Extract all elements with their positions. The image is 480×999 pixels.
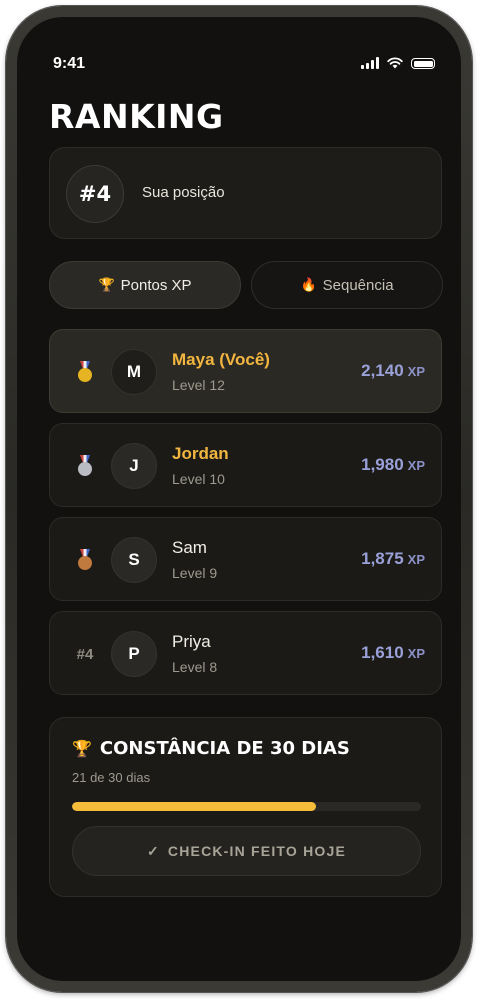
player-name: Jordan — [172, 444, 229, 463]
player-level: Level 9 — [172, 565, 218, 581]
my-position-card: #4 Sua posição — [49, 147, 442, 239]
trophy-icon: 🏆 — [72, 739, 92, 758]
status-icons — [361, 57, 435, 69]
checkin-label: CHECK-IN FEITO HOJE — [167, 843, 347, 859]
leaderboard-row[interactable]: J Jordan Level 10 1,980 XP — [49, 423, 442, 507]
tab-label: Sequência — [322, 276, 394, 294]
page-title: RANKING — [49, 97, 224, 136]
avatar: S — [111, 537, 157, 583]
wifi-icon — [387, 57, 403, 69]
player-name: Priya — [172, 632, 211, 651]
app-screen: 9:41 RANKING #4 Sua posição 🏆 Pontos XP … — [17, 17, 461, 981]
ranking-tabs: 🏆 Pontos XP 🔥 Sequência — [49, 261, 443, 309]
status-bar: 9:41 — [17, 17, 461, 77]
leaderboard-row[interactable]: S Sam Level 9 1,875 XP — [49, 517, 442, 601]
leaderboard-row[interactable]: M Maya (Você) Level 12 2,140 XP — [49, 329, 442, 413]
rank-cell — [70, 518, 100, 602]
gold-medal-icon — [78, 361, 92, 383]
check-icon: ✓ — [146, 842, 160, 859]
tab-label: Pontos XP — [120, 276, 192, 294]
streak-card: 🏆 CONSTÂNCIA DE 30 DIAS 21 de 30 dias ✓ … — [49, 717, 442, 897]
rank-cell — [70, 330, 100, 414]
fire-icon: 🔥 — [300, 277, 317, 292]
checkin-button[interactable]: ✓ CHECK-IN FEITO HOJE — [72, 826, 421, 876]
bronze-medal-icon — [78, 549, 92, 571]
phone-frame: 9:41 RANKING #4 Sua posição 🏆 Pontos XP … — [6, 6, 472, 992]
player-xp: 1,610 XP — [361, 643, 425, 662]
player-level: Level 10 — [172, 471, 225, 487]
player-level: Level 8 — [172, 659, 218, 675]
player-name: Sam — [172, 538, 207, 557]
status-time: 9:41 — [53, 55, 86, 72]
rank-cell: #4 — [70, 612, 100, 696]
player-xp: 1,980 XP — [361, 455, 425, 474]
player-name: Maya (Você) — [172, 350, 270, 369]
position-label: Sua posição — [142, 184, 225, 201]
player-xp: 2,140 XP — [361, 361, 425, 380]
rank-cell — [70, 424, 100, 508]
player-xp: 1,875 XP — [361, 549, 425, 568]
silver-medal-icon — [78, 455, 92, 477]
cellular-signal-icon — [361, 57, 379, 69]
leaderboard-row[interactable]: #4 P Priya Level 8 1,610 XP — [49, 611, 442, 695]
avatar: P — [111, 631, 157, 677]
streak-progress-fill — [72, 802, 317, 811]
streak-title-text: CONSTÂNCIA DE 30 DIAS — [99, 738, 350, 759]
streak-progress-bar — [72, 802, 421, 811]
position-badge: #4 — [66, 165, 124, 223]
battery-icon — [411, 58, 435, 69]
streak-title: 🏆 CONSTÂNCIA DE 30 DIAS — [72, 738, 350, 759]
streak-progress-text: 21 de 30 dias — [72, 770, 151, 785]
avatar: J — [111, 443, 157, 489]
tab-xp-points[interactable]: 🏆 Pontos XP — [49, 261, 241, 309]
rank-number: #4 — [76, 645, 94, 663]
player-level: Level 12 — [172, 377, 225, 393]
trophy-icon: 🏆 — [98, 277, 115, 292]
avatar: M — [111, 349, 157, 395]
tab-streak[interactable]: 🔥 Sequência — [251, 261, 443, 309]
